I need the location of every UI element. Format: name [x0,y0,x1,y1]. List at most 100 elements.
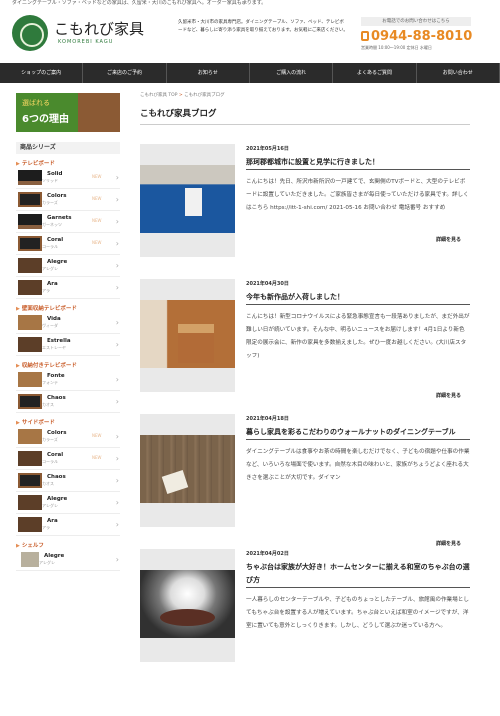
post-photo [140,300,235,368]
nav-reservation[interactable]: ご来店のご予約 [83,63,167,83]
reasons-banner[interactable]: 選ばれる 6つの理由 [16,93,120,132]
nav-contact[interactable]: お問い合わせ [417,63,500,83]
read-more-link[interactable]: 詳細を見る [436,540,463,547]
product-alegre-sideboard[interactable]: Alegre アレグレ › [16,492,120,514]
chevron-right-icon: › [115,397,119,406]
read-more-link[interactable]: 詳細を見る [436,392,463,399]
blog-post-list: 2021年05月16日 那珂郡都城市に設置と見学に行きました！ こんにちは！先日… [140,144,470,684]
category-sideboard: サイドボード [16,418,120,426]
nav-faq[interactable]: よくあるご質問 [333,63,417,83]
chevron-right-icon: › [115,173,119,182]
category-tv-board: テレビボード [16,159,120,167]
post-photo [140,435,235,503]
new-badge: NEW [92,196,102,201]
sidebar: 選ばれる 6つの理由 商品シリーズ テレビボード Solidソリッド NEW › C… [16,93,120,571]
product-thumbnail [18,473,42,488]
chevron-right-icon: › [115,555,119,564]
product-garnets[interactable]: Garnets ガーネッツ NEW › [16,211,120,233]
product-fonte[interactable]: Fonte フォンテ › [16,369,120,391]
post-photo [140,570,235,638]
breadcrumb-home[interactable]: こもれび家具 TOP [140,93,177,98]
product-name: Coral [47,237,64,243]
post-title[interactable]: 那珂郡都城市に設置と見学に行きました！ [246,156,470,170]
chevron-right-icon: › [115,454,119,463]
product-name: Alegre [47,496,68,502]
chevron-right-icon: › [115,520,119,529]
post-body: 2021年05月16日 那珂郡都城市に設置と見学に行きました！ こんにちは！先日… [246,144,470,279]
product-name: Chaos [47,395,66,401]
product-subtitle: アレグレ [42,266,58,271]
product-estrella[interactable]: Estrella エストレーヤ › [16,334,120,356]
leaf-logo-icon[interactable] [12,15,48,51]
banner-line-1: 選ばれる [22,99,50,107]
post-photo-frame[interactable] [140,144,235,257]
blog-post: 2021年05月16日 那珂郡都城市に設置と見学に行きました！ こんにちは！先日… [140,144,470,279]
product-subtitle: カラーズ [42,200,58,205]
product-thumbnail [18,214,42,229]
series-title: 商品シリーズ [16,142,120,154]
breadcrumb: こもれび家具 TOP > こもれび家具ブログ [140,93,225,98]
product-subtitle: アレグレ [39,560,55,565]
product-name: Ara [47,518,58,524]
post-photo-frame[interactable] [140,279,235,392]
product-alegre-shelf[interactable]: Alegre アレグレ › [16,549,120,571]
product-thumbnail [18,429,42,444]
post-excerpt: こんにちは！新型コロナウイルスによる緊急事態宣言も一段落ありましたが、まだ外出が… [246,314,470,359]
product-chaos[interactable]: Chaos カオス › [16,391,120,413]
phone-contact-box[interactable]: お電話でのお問い合わせはこちら 0944-88-8010 営業時間 10:00〜… [361,17,472,53]
product-thumbnail [18,192,42,207]
product-name: Chaos [47,474,66,480]
category-storage-tv-board: 収納付きテレビボード [16,361,120,369]
site-header: こもれび家具 KOMOREBI KAGU 久留米市・大川市の家具専門店。ダイニン… [0,10,500,58]
product-solid[interactable]: Solid ソリッド NEW › [16,167,120,189]
phone-number[interactable]: 0944-88-8010 [361,29,472,44]
nav-purchase-flow[interactable]: ご購入の流れ [250,63,334,83]
product-alegre[interactable]: Alegre アレグレ › [16,255,120,277]
product-colors-sideboard[interactable]: Colors カラーズ NEW › [16,426,120,448]
chevron-right-icon: › [115,261,119,270]
product-thumbnail [18,170,42,185]
new-badge: NEW [92,218,102,223]
product-name: Alegre [44,553,65,559]
chevron-right-icon: › [115,476,119,485]
product-thumbnail [18,337,42,352]
post-title[interactable]: ちゃぶ台は家族が大好き！ホームセンターに揃える和室のちゃぶ台の選び方 [246,561,470,588]
post-date: 2021年04月30日 [246,281,289,287]
product-subtitle: フォンテ [42,380,58,385]
phone-caption: お電話でのお問い合わせはこちら [361,17,471,26]
nav-news[interactable]: お知らせ [167,63,250,83]
post-excerpt: 一人暮らしのセンターテーブルや、子どものちょっとしたテーブル、旅館風の作業場とし… [246,597,469,629]
post-title[interactable]: 暮らし家具を彩るこだわりのウォールナットのダイニングテーブル [246,426,470,440]
product-subtitle: エストレーヤ [42,345,66,350]
nav-shop-guide[interactable]: ショップのご案内 [0,63,84,83]
read-more-link[interactable]: 詳細を見る [436,236,463,243]
new-badge: NEW [92,433,102,438]
brand-name[interactable]: こもれび家具 [54,18,144,39]
product-ara[interactable]: Ara アラ › [16,277,120,299]
post-title[interactable]: 今年も新作品が入荷しました！ [246,291,470,305]
product-vida[interactable]: Vida ヴィーダ › [16,312,120,334]
post-photo-frame[interactable] [140,549,235,662]
product-coral[interactable]: Coral コーラル NEW › [16,233,120,255]
product-thumbnail [18,394,42,409]
product-thumbnail [18,280,42,295]
category-wall-tv-board: 壁面収納テレビボード [16,304,120,312]
product-thumbnail [18,517,42,532]
product-subtitle: ソリッド [42,178,58,183]
product-ara-sideboard[interactable]: Ara アラ › [16,514,120,536]
chevron-right-icon: › [115,195,119,204]
product-chaos-sideboard[interactable]: Chaos カオス › [16,470,120,492]
new-badge: NEW [92,240,102,245]
product-subtitle: コーラル [42,459,58,464]
product-thumbnail [18,372,42,387]
product-coral-sideboard[interactable]: Coral コーラル NEW › [16,448,120,470]
post-photo-frame[interactable] [140,414,235,527]
post-excerpt: こんにちは！先日、所沢市新所沢の一戸建てで、玄関側のTVボードと、大型のテレビボ… [246,179,469,211]
product-subtitle: アラ [42,288,50,293]
page-title: こもれび家具ブログ [140,107,470,125]
business-hours: 営業時間 10:00〜19:00 定休日 水曜日 [361,45,432,50]
blog-post: 2021年04月30日 今年も新作品が入荷しました！ こんにちは！新型コロナウイ… [140,279,470,414]
product-colors[interactable]: Colors カラーズ NEW › [16,189,120,211]
product-subtitle: カラーズ [42,437,58,442]
new-badge: NEW [92,455,102,460]
